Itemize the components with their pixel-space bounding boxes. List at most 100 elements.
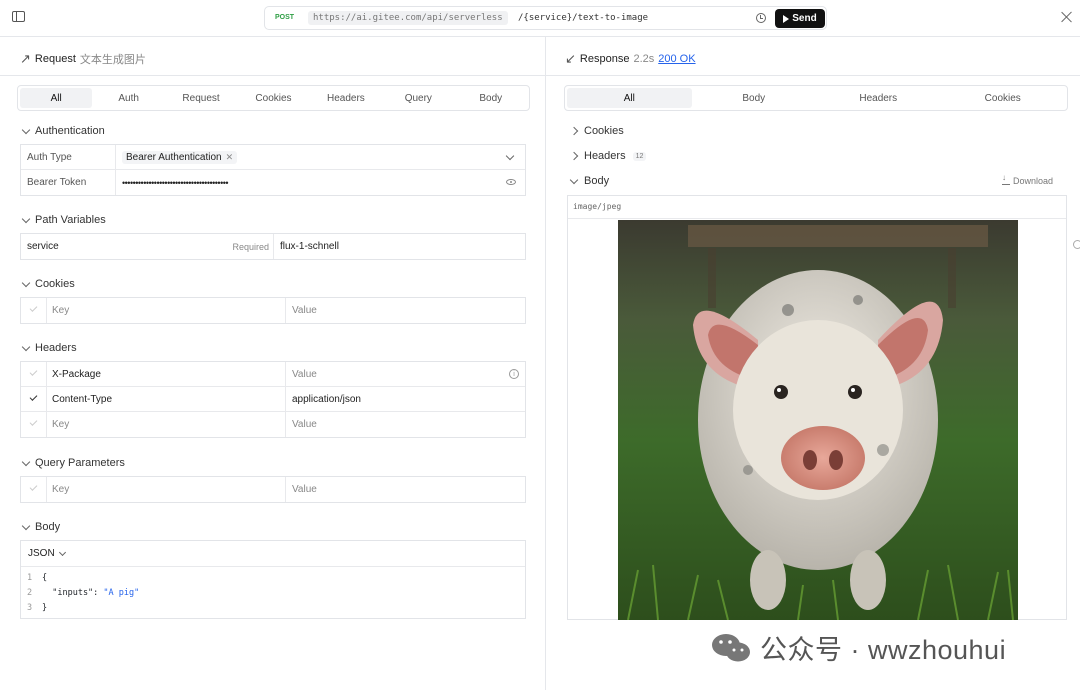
send-button[interactable]: Send <box>775 9 825 28</box>
download-button[interactable]: Download <box>1002 173 1054 186</box>
header-key[interactable]: Content-Type <box>46 387 285 411</box>
tab-all[interactable]: All <box>20 88 93 108</box>
code-line: "inputs": "A pig" <box>42 588 140 598</box>
headers-table: X-Package Value i Content-Type applicati… <box>20 361 526 438</box>
section-query-parameters[interactable]: Query Parameters <box>21 457 125 469</box>
info-icon[interactable]: i <box>509 369 519 379</box>
url-base[interactable]: https://ai.gitee.com/api/serverless <box>308 11 508 25</box>
chevron-right-icon <box>569 126 579 136</box>
eye-icon[interactable] <box>506 179 516 185</box>
wechat-icon <box>712 633 750 661</box>
http-method[interactable]: POST <box>275 14 294 21</box>
watermark-text: 公众号 · wwzhouhui <box>760 635 1007 665</box>
section-headers[interactable]: Headers <box>21 342 77 354</box>
query-row: Key Value <box>21 477 525 502</box>
tab-query[interactable]: Query <box>382 88 454 108</box>
panel-divider[interactable] <box>545 37 546 690</box>
chevron-down-icon <box>58 548 66 556</box>
watermark: 公众号 · wwzhouhui <box>710 628 1006 667</box>
history-icon[interactable] <box>756 13 766 23</box>
path-variable-name: service <box>27 241 59 252</box>
tab-cookies[interactable]: Cookies <box>237 88 309 108</box>
tab-headers[interactable]: Headers <box>816 88 941 108</box>
chevron-down-icon <box>21 278 31 287</box>
section-authentication[interactable]: Authentication <box>21 125 105 137</box>
body-editor[interactable]: JSON 1{ 2 "inputs": "A pig" 3} <box>20 540 526 619</box>
path-variable-value[interactable]: flux-1-schnell <box>274 234 526 259</box>
request-title: ↗ Request 文本生成图片 <box>20 51 146 67</box>
auth-table: Auth Type Bearer Authentication ✕ Bearer… <box>20 144 526 196</box>
pig-image <box>618 220 1018 620</box>
tab-auth[interactable]: Auth <box>92 88 164 108</box>
mime-type: image/jpeg <box>573 202 622 211</box>
response-tabs: All Body Headers Cookies <box>564 85 1068 111</box>
status-link[interactable]: 200 OK <box>658 53 695 65</box>
remove-icon[interactable]: ✕ <box>226 152 234 163</box>
sidebar-toggle-icon[interactable] <box>12 11 25 22</box>
headers-count-badge: 12 <box>632 151 647 161</box>
tab-body[interactable]: Body <box>692 88 817 108</box>
checkbox[interactable] <box>29 418 38 426</box>
response-headers-section[interactable]: Headers 12 <box>569 150 647 162</box>
section-cookies[interactable]: Cookies <box>21 278 75 290</box>
header-key[interactable]: Key <box>46 412 285 437</box>
download-icon <box>1002 173 1010 185</box>
chevron-down-icon <box>21 125 31 134</box>
header-key[interactable]: X-Package <box>46 362 285 386</box>
tab-cookies[interactable]: Cookies <box>941 88 1066 108</box>
section-label: Authentication <box>35 125 105 137</box>
section-label: Cookies <box>35 278 75 290</box>
path-variable-row: service Required flux-1-schnell <box>21 234 525 259</box>
close-icon[interactable] <box>1061 11 1073 23</box>
section-label: Query Parameters <box>35 457 125 469</box>
tab-all[interactable]: All <box>567 88 692 108</box>
section-body[interactable]: Body <box>21 521 60 533</box>
code-line: } <box>42 603 48 613</box>
request-name: 文本生成图片 <box>79 54 146 66</box>
chevron-down-icon <box>21 342 31 351</box>
download-label: Download <box>1013 176 1054 186</box>
request-tabs: All Auth Request Cookies Headers Query B… <box>17 85 530 111</box>
code-editor[interactable]: 1{ 2 "inputs": "A pig" 3} <box>27 571 139 616</box>
auth-type-chip[interactable]: Bearer Authentication ✕ <box>122 150 238 164</box>
body-format-select[interactable]: JSON <box>28 548 66 559</box>
url-path[interactable]: /{service}/text-to-image <box>518 13 648 23</box>
response-body-section[interactable]: Body <box>569 175 610 187</box>
query-key-input[interactable]: Key <box>46 477 285 502</box>
header-value[interactable]: Value <box>286 412 526 437</box>
cookie-value-input[interactable]: Value <box>286 298 526 323</box>
section-label: Headers <box>584 150 626 162</box>
cookies-table: Key Value <box>20 297 526 324</box>
path-variables-table: service Required flux-1-schnell <box>20 233 526 260</box>
request-title-label: Request <box>34 53 76 65</box>
play-icon <box>783 14 790 23</box>
top-bar: POST https://ai.gitee.com/api/serverless… <box>0 0 1080 37</box>
section-path-variables[interactable]: Path Variables <box>21 214 106 226</box>
response-cookies-section[interactable]: Cookies <box>569 125 624 137</box>
url-bar[interactable]: POST https://ai.gitee.com/api/serverless… <box>264 6 827 30</box>
chevron-down-icon <box>21 521 31 530</box>
chevron-down-icon <box>569 175 579 184</box>
bearer-token-input[interactable]: •••••••••••••••••••••••••••••••••••••••• <box>116 170 506 195</box>
auth-type-row: Auth Type Bearer Authentication ✕ <box>21 145 525 170</box>
code-line: { <box>42 573 48 583</box>
header-row: X-Package Value i <box>21 362 525 387</box>
chevron-down-icon <box>21 457 31 466</box>
chevron-right-icon <box>569 151 579 161</box>
checkbox[interactable] <box>29 368 38 376</box>
checkbox[interactable] <box>29 483 38 491</box>
section-label: Body <box>584 175 610 187</box>
response-title: ↙ Response 2.2s 200 OK <box>565 51 696 67</box>
tab-request[interactable]: Request <box>165 88 237 108</box>
header-value[interactable]: Value <box>286 362 526 386</box>
query-table: Key Value <box>20 476 526 503</box>
info-icon[interactable] <box>1073 240 1080 249</box>
checkbox-checked[interactable] <box>29 393 38 401</box>
checkbox[interactable] <box>29 304 38 312</box>
tab-headers[interactable]: Headers <box>310 88 382 108</box>
auth-type-select[interactable]: Bearer Authentication ✕ <box>116 145 526 169</box>
header-value[interactable]: application/json <box>286 387 526 411</box>
tab-body[interactable]: Body <box>455 88 527 108</box>
query-value-input[interactable]: Value <box>286 477 526 502</box>
cookie-key-input[interactable]: Key <box>46 298 285 323</box>
